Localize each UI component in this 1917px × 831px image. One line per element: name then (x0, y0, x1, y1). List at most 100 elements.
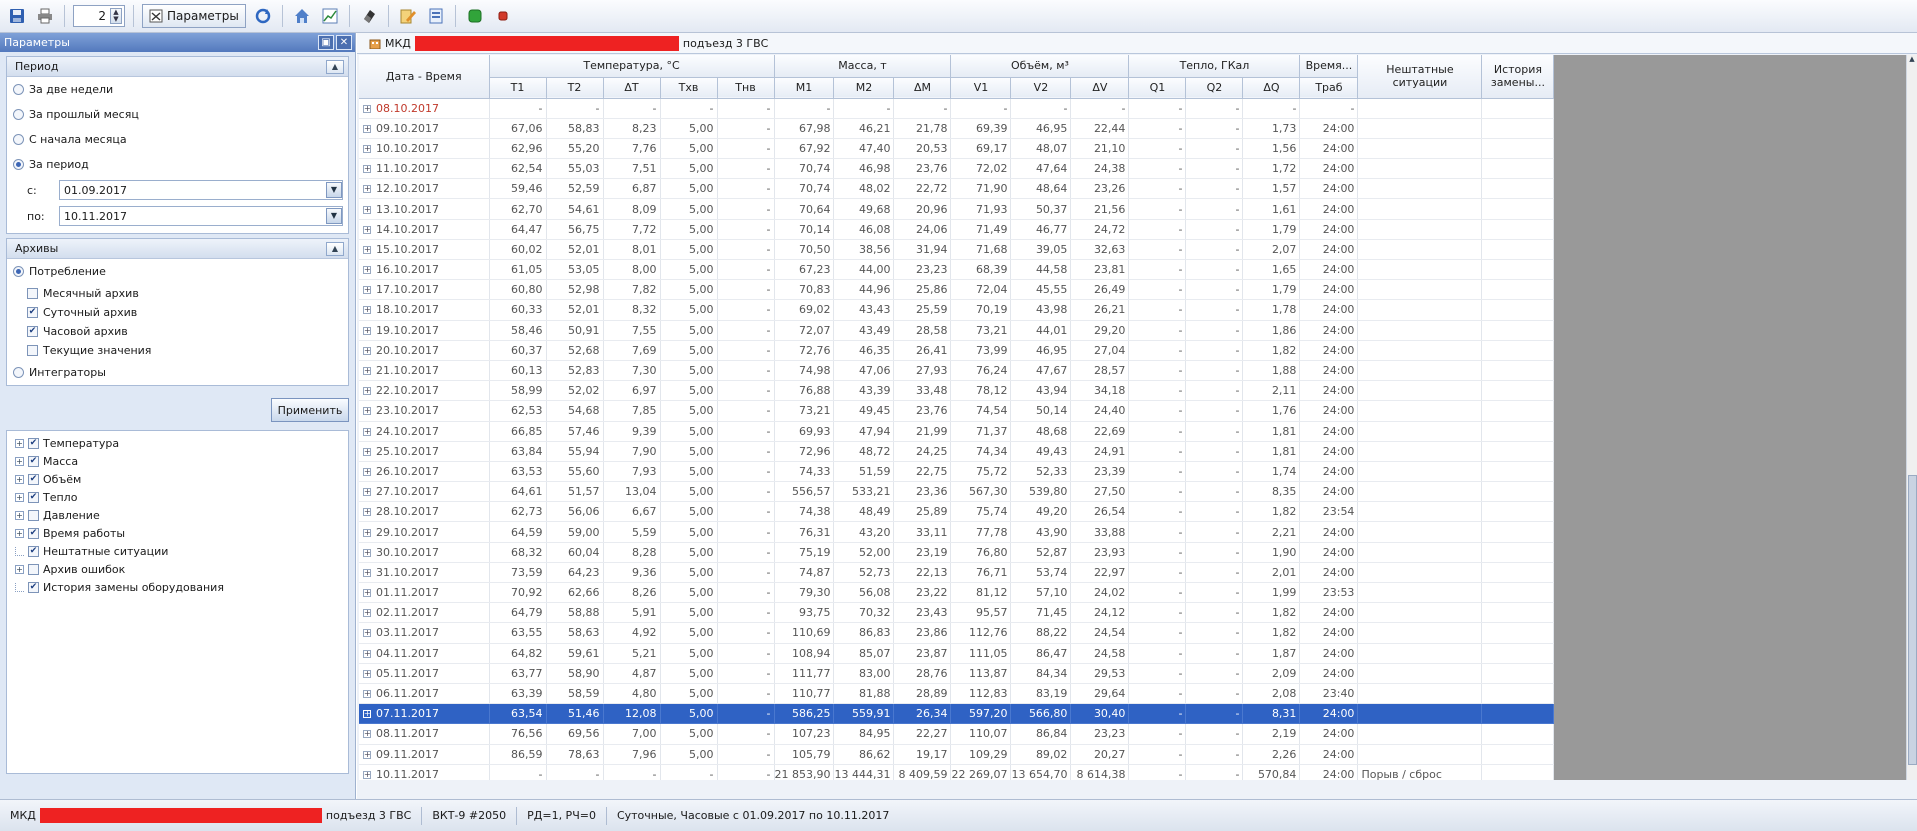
cell[interactable]: 39,05 (1010, 239, 1072, 261)
cell[interactable]: 5,00 (660, 622, 718, 644)
cell[interactable]: 43,20 (833, 521, 895, 543)
home-icon[interactable] (291, 5, 313, 27)
history-cell[interactable] (1481, 461, 1555, 483)
table-row[interactable]: +11.10.2017 62,54 55,03 7,51 5,00-70,74 46,98… (359, 158, 1555, 180)
expand-row-icon[interactable]: + (363, 710, 371, 719)
emergency-cell[interactable] (1357, 400, 1483, 422)
apply-button[interactable]: Применить (271, 398, 349, 422)
row-date-cell[interactable]: +04.11.2017 (359, 643, 490, 664)
cell[interactable]: 59,00 (546, 521, 604, 543)
emergency-cell[interactable] (1357, 461, 1483, 483)
tree-node[interactable]: + ✔ Масса (7, 452, 348, 470)
expand-row-icon[interactable]: + (363, 568, 371, 577)
cell[interactable]: 5,00 (660, 118, 718, 139)
cell[interactable]: - (717, 441, 775, 462)
cell[interactable]: 73,21 (774, 400, 835, 422)
row-date-cell[interactable]: +23.10.2017 (359, 400, 490, 422)
checkbox-checked-icon[interactable]: ✔ (27, 326, 38, 337)
cell[interactable]: 22,97 (1070, 562, 1130, 584)
cell[interactable]: 22,27 (893, 723, 952, 745)
cell[interactable]: 54,68 (546, 400, 604, 422)
cell[interactable]: 26,21 (1070, 299, 1130, 321)
cell[interactable]: 63,55 (489, 622, 547, 644)
cell[interactable]: 63,54 (489, 703, 547, 725)
cell[interactable]: - (1128, 521, 1187, 543)
cell[interactable]: 74,87 (774, 562, 835, 584)
cell[interactable]: 49,20 (1010, 501, 1072, 523)
cell[interactable]: - (1128, 138, 1187, 160)
cell[interactable]: - (1185, 320, 1244, 341)
expand-row-icon[interactable]: + (363, 266, 371, 275)
cell[interactable]: 52,68 (546, 340, 604, 361)
cell[interactable]: - (1128, 178, 1187, 200)
cell[interactable]: 23,87 (893, 643, 952, 664)
cell[interactable]: 24:00 (1299, 622, 1359, 644)
cell[interactable]: 84,95 (833, 723, 895, 745)
period-option-two-weeks[interactable]: За две недели (7, 77, 348, 102)
cell[interactable]: 62,73 (489, 501, 547, 523)
cell[interactable]: - (1128, 259, 1187, 281)
cell[interactable]: 23:40 (1299, 683, 1359, 705)
cell[interactable]: 20,27 (1070, 744, 1130, 765)
subheader-12[interactable]: Q2 (1185, 77, 1244, 99)
header-emergency[interactable]: Нештатные ситуации (1357, 55, 1483, 99)
cell[interactable]: - (717, 98, 775, 119)
cell[interactable]: 26,34 (893, 703, 952, 725)
cell[interactable]: - (1185, 178, 1244, 200)
cell[interactable]: 23,22 (893, 582, 952, 604)
cell[interactable]: 47,06 (833, 360, 895, 382)
table-row[interactable]: +09.10.2017 67,06 58,83 8,23 5,00-67,98 46,21… (359, 118, 1555, 139)
expand-row-icon[interactable]: + (363, 690, 371, 699)
header-temperature[interactable]: Температура, °С (489, 55, 775, 78)
cell[interactable]: 60,02 (489, 239, 547, 261)
date-from-field[interactable]: 01.09.2017 ▼ (59, 180, 343, 200)
cell[interactable]: 1,81 (1242, 421, 1301, 442)
cell[interactable]: 73,21 (950, 320, 1012, 341)
table-row[interactable]: +08.11.2017 76,56 69,56 7,00 5,00-107,23 84,9… (359, 723, 1555, 745)
checkbox-icon[interactable] (28, 563, 39, 575)
cell[interactable]: 24:00 (1299, 320, 1359, 341)
table-row[interactable]: +25.10.2017 63,84 55,94 7,90 5,00-72,96 48,72… (359, 441, 1555, 462)
cell[interactable]: 52,02 (546, 380, 604, 402)
cell[interactable]: - (1185, 461, 1244, 483)
cell[interactable]: 111,77 (774, 663, 835, 684)
table-row[interactable]: +01.11.2017 70,92 62,66 8,26 5,00-79,30 56,08… (359, 582, 1555, 604)
dropdown-icon[interactable]: ▼ (326, 208, 342, 224)
cell[interactable]: - (1128, 703, 1187, 725)
cell[interactable]: 7,55 (603, 320, 661, 341)
cell[interactable]: 570,84 (1242, 764, 1301, 780)
cell[interactable]: 1,82 (1242, 602, 1301, 624)
history-cell[interactable] (1481, 521, 1555, 543)
cell[interactable]: 76,88 (774, 380, 835, 402)
table-row[interactable]: +18.10.2017 60,33 52,01 8,32 5,00-69,02 43,43… (359, 299, 1555, 321)
history-cell[interactable] (1481, 683, 1555, 705)
cell[interactable]: 24:00 (1299, 764, 1359, 780)
cell[interactable]: - (717, 198, 775, 220)
cell[interactable]: - (603, 764, 661, 780)
cell[interactable]: 110,07 (950, 723, 1012, 745)
cell[interactable]: 8,31 (1242, 703, 1301, 725)
cell[interactable]: 5,00 (660, 400, 718, 422)
expand-row-icon[interactable]: + (363, 649, 371, 658)
cell[interactable]: - (717, 481, 775, 503)
cell[interactable]: - (717, 259, 775, 281)
emergency-cell[interactable] (1357, 239, 1483, 261)
cell[interactable]: 7,85 (603, 400, 661, 422)
cell[interactable]: 24:00 (1299, 138, 1359, 160)
cell[interactable]: 72,04 (950, 279, 1012, 301)
subheader-0[interactable]: T1 (489, 77, 547, 99)
cell[interactable]: 24,12 (1070, 602, 1130, 624)
cell[interactable]: 59,46 (489, 178, 547, 200)
cell[interactable]: 28,89 (893, 683, 952, 705)
cell[interactable]: - (1185, 764, 1244, 780)
row-date-cell[interactable]: +03.11.2017 (359, 622, 490, 644)
row-date-cell[interactable]: +15.10.2017 (359, 239, 490, 261)
cell[interactable]: 49,45 (833, 400, 895, 422)
cell[interactable]: 24:00 (1299, 643, 1359, 664)
expand-icon[interactable]: + (15, 474, 24, 484)
cell[interactable]: 586,25 (774, 703, 835, 725)
cell[interactable]: - (717, 400, 775, 422)
expand-row-icon[interactable]: + (363, 548, 371, 557)
emergency-cell[interactable] (1357, 118, 1483, 139)
cell[interactable]: 5,00 (660, 481, 718, 503)
